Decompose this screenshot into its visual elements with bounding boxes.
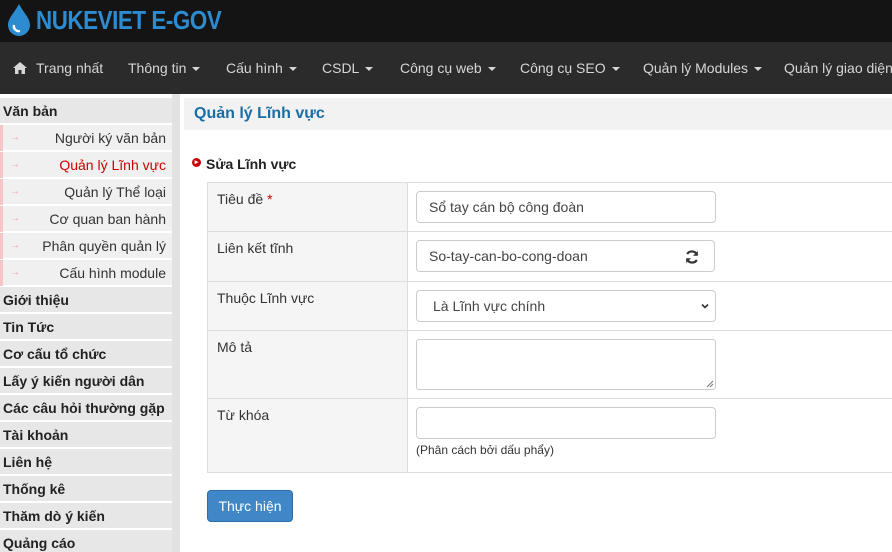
home-icon	[13, 62, 27, 74]
caret-down-icon	[192, 67, 201, 72]
sidebar-item-label: Phân quyền quản lý	[42, 238, 166, 254]
item-marker	[0, 152, 3, 178]
item-marker	[0, 233, 3, 259]
field-label: Thuộc Lĩnh vực	[207, 282, 408, 330]
sidebar-item-linh-vuc[interactable]: → Quản lý Lĩnh vực	[0, 152, 172, 178]
nav-cau-hinh[interactable]: Cấu hình	[226, 42, 297, 94]
sidebar-section-quang-cao[interactable]: Quảng cáo	[0, 530, 172, 552]
submit-button[interactable]: Thực hiện	[207, 490, 293, 522]
item-marker	[0, 179, 3, 205]
sidebar-section-faq[interactable]: Các câu hỏi thường gặp	[0, 395, 172, 421]
sidebar-section-tham-do[interactable]: Thăm dò ý kiến	[0, 503, 172, 529]
field-label: Mô tả	[207, 331, 408, 398]
nav-cong-cu-web[interactable]: Công cụ web	[400, 42, 496, 94]
nav-label: Công cụ web	[400, 60, 482, 76]
sidebar-section-lay-y-kien[interactable]: Lấy ý kiến người dân	[0, 368, 172, 394]
refresh-icon	[685, 250, 699, 264]
title-input[interactable]: Sổ tay cán bộ công đoàn	[416, 191, 716, 223]
field-label: Từ khóa	[207, 399, 408, 472]
field-label: Tiêu đề *	[207, 183, 408, 231]
sidebar-section-lien-he[interactable]: Liên hệ	[0, 449, 172, 475]
item-marker	[0, 125, 3, 151]
nav-cong-cu-seo[interactable]: Công cụ SEO	[520, 42, 620, 94]
nav-label: Quản lý giao diện	[784, 60, 892, 76]
site-logo[interactable]: NUKEVIET E-GOV	[4, 2, 251, 38]
sidebar-section-co-cau[interactable]: Cơ cấu tổ chức	[0, 341, 172, 367]
sidebar-item-phan-quyen[interactable]: → Phân quyền quản lý	[0, 233, 172, 259]
sidebar-item-label: Người ký văn bản	[54, 130, 166, 146]
arrow-right-icon: →	[10, 132, 20, 143]
page-title: Quản lý Lĩnh vực	[194, 105, 325, 122]
logo-text: NUKEVIET E-GOV	[36, 4, 222, 35]
sidebar: Văn bản → Người ký văn bản → Quản lý Lĩnh …	[0, 94, 180, 552]
arrow-right-icon: →	[10, 267, 20, 278]
form-row-description: Mô tả	[207, 331, 892, 399]
nav-home[interactable]: Trang nhất	[12, 42, 103, 94]
top-header: NUKEVIET E-GOV	[0, 0, 892, 42]
caret-down-icon	[487, 67, 496, 72]
sidebar-section-van-ban[interactable]: Văn bản	[0, 98, 172, 124]
form-title: ▸ Sửa Lĩnh vực	[192, 156, 297, 172]
form-row-alias: Liên kết tĩnh So-tay-can-bo-cong-doan	[207, 232, 892, 282]
sidebar-item-label: Cơ quan ban hành	[49, 211, 166, 227]
sidebar-section-thong-ke[interactable]: Thống kê	[0, 476, 172, 502]
page-header: Quản lý Lĩnh vực	[184, 98, 892, 130]
arrow-right-icon: →	[10, 240, 20, 251]
caret-down-icon	[288, 67, 297, 72]
alias-input[interactable]: So-tay-can-bo-cong-doan	[416, 240, 672, 272]
nav-quan-ly-giao-dien[interactable]: Quản lý giao diện	[784, 42, 892, 94]
form-row-parent: Thuộc Lĩnh vực Là Lĩnh vực chính	[207, 282, 892, 331]
resize-grip-icon[interactable]	[706, 380, 714, 388]
form-row-title: Tiêu đề * Sổ tay cán bộ công đoàn	[207, 183, 892, 232]
arrow-right-icon: →	[10, 186, 20, 197]
sidebar-item-nguoi-ky[interactable]: → Người ký văn bản	[0, 125, 172, 151]
form-title-text: Sửa Lĩnh vực	[206, 156, 297, 172]
sidebar-item-label: Cấu hình module	[59, 265, 166, 281]
caret-down-icon	[611, 67, 620, 72]
nav-quan-ly-modules[interactable]: Quản lý Modules	[643, 42, 763, 94]
nav-label: CSDL	[322, 60, 360, 76]
nav-home-label: Trang nhất	[36, 60, 104, 76]
caret-down-icon	[754, 67, 763, 72]
arrow-bullet-icon: ▸	[192, 158, 201, 167]
label-text: Tiêu đề	[217, 191, 264, 207]
arrow-right-icon: →	[10, 213, 20, 224]
nav-label: Cấu hình	[226, 60, 283, 76]
sidebar-item-the-loai[interactable]: → Quản lý Thể loại	[0, 179, 172, 205]
sidebar-item-co-quan[interactable]: → Cơ quan ban hành	[0, 206, 172, 232]
sidebar-scrollbar[interactable]	[172, 94, 180, 552]
caret-down-icon	[365, 67, 374, 72]
item-marker	[0, 206, 3, 232]
form-row-keywords: Từ khóa (Phân cách bởi dấu phẩy)	[207, 399, 892, 473]
main-content: Quản lý Lĩnh vực ▸ Sửa Lĩnh vực Tiêu đề …	[180, 94, 892, 552]
keywords-hint: (Phân cách bởi dấu phẩy)	[416, 443, 554, 457]
sidebar-section-tin-tuc[interactable]: Tin Tức	[0, 314, 172, 340]
nav-csdl[interactable]: CSDL	[322, 42, 374, 94]
nav-label: Quản lý Modules	[643, 60, 749, 76]
description-textarea[interactable]	[416, 339, 716, 390]
parent-select[interactable]: Là Lĩnh vực chính	[416, 290, 716, 322]
refresh-alias-button[interactable]	[670, 240, 715, 272]
nav-label: Công cụ SEO	[520, 60, 606, 76]
sidebar-section-gioi-thieu[interactable]: Giới thiệu	[0, 287, 172, 313]
item-marker	[0, 260, 3, 286]
field-label: Liên kết tĩnh	[207, 232, 408, 281]
water-drop-icon	[8, 4, 30, 36]
sidebar-section-tai-khoan[interactable]: Tài khoản	[0, 422, 172, 448]
nav-label: Thông tin	[128, 60, 187, 76]
sidebar-item-label: Quản lý Thể loại	[64, 184, 166, 200]
arrow-right-icon: →	[10, 159, 20, 170]
chevron-down-icon	[701, 303, 709, 309]
sidebar-item-label: Quản lý Lĩnh vực	[59, 157, 166, 173]
nav-thong-tin[interactable]: Thông tin	[128, 42, 201, 94]
required-mark: *	[267, 191, 273, 207]
keywords-input[interactable]	[416, 407, 716, 439]
edit-form-table: Tiêu đề * Sổ tay cán bộ công đoàn Liên k…	[207, 182, 892, 473]
sidebar-item-cau-hinh-module[interactable]: → Cấu hình module	[0, 260, 172, 286]
main-navbar: Trang nhất Thông tin Cấu hình CSDL Công …	[0, 42, 892, 94]
select-value: Là Lĩnh vực chính	[433, 298, 546, 314]
